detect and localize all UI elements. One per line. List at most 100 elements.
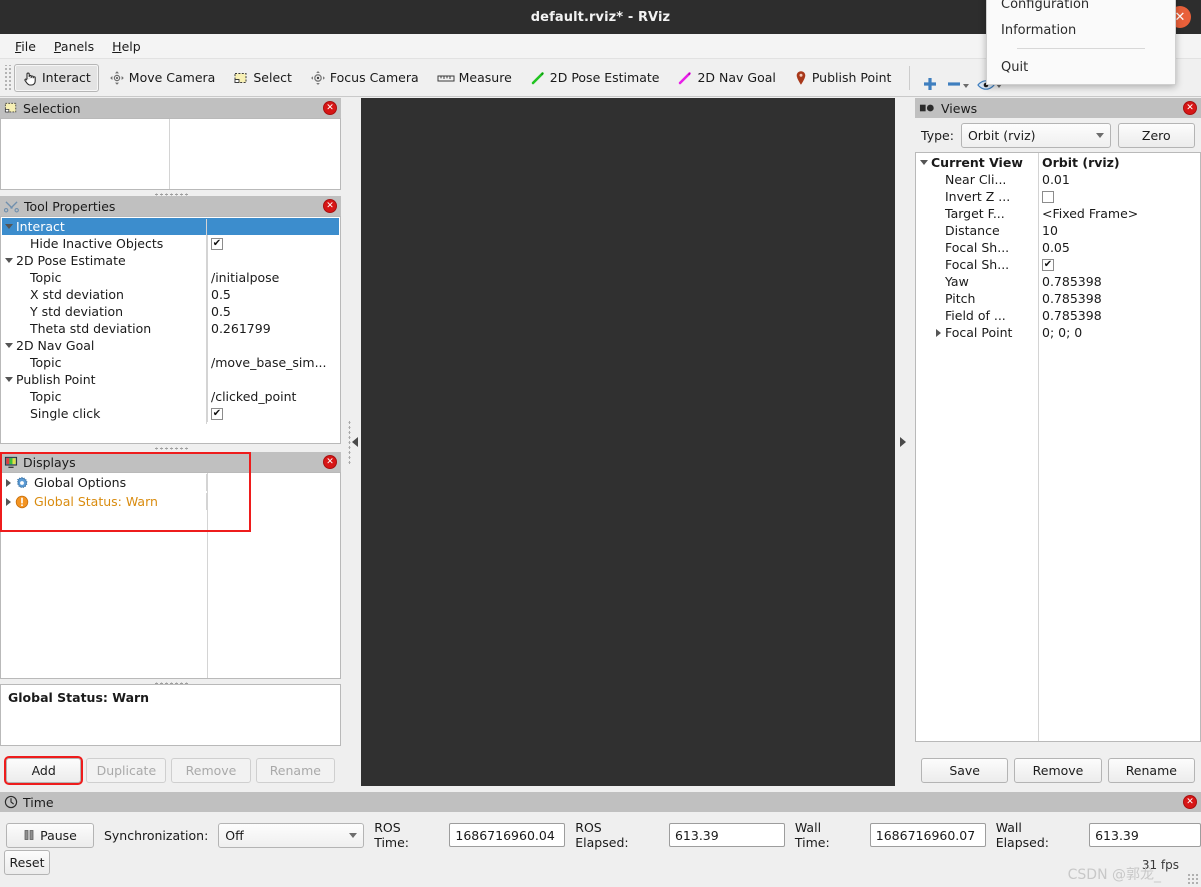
menu-item-configuration[interactable]: Configuration — [987, 0, 1175, 17]
synchronization-combo[interactable]: Off — [218, 822, 365, 848]
view-row-near-clip[interactable]: Near Cli... 0.01 — [917, 171, 1199, 188]
view-row-target-frame[interactable]: Target F... <Fixed Frame> — [917, 205, 1199, 222]
tool-prop-row-hide-inactive[interactable]: Hide Inactive Objects ✔ — [2, 235, 339, 252]
right-splitter-handle[interactable] — [895, 98, 909, 786]
view-row-pitch[interactable]: Pitch 0.785398 — [917, 290, 1199, 307]
view-row-current-view[interactable]: Current View Orbit (rviz) — [917, 154, 1199, 171]
twisty-open-icon-view[interactable] — [917, 160, 931, 165]
collapse-left-arrow-icon[interactable] — [352, 437, 358, 447]
3d-viewport[interactable] — [361, 98, 895, 786]
checkbox-single-click[interactable]: ✔ — [211, 407, 223, 420]
menu-help[interactable]: Help — [103, 37, 150, 56]
twisty-open-icon[interactable] — [2, 224, 16, 229]
splitter-toolprops-displays[interactable] — [0, 445, 341, 452]
tool-prop-value[interactable]: 0.5 — [207, 286, 339, 303]
close-icon-selection[interactable]: ✕ — [323, 101, 337, 115]
tool-2d-pose-estimate[interactable]: 2D Pose Estimate — [522, 64, 668, 92]
displays-panel-header[interactable]: Displays ✕ — [0, 452, 341, 472]
selection-panel-header[interactable]: Selection ✕ — [0, 98, 341, 118]
tool-properties-header[interactable]: Tool Properties ✕ — [0, 196, 341, 216]
left-splitter-handle[interactable] — [346, 98, 360, 786]
tool-prop-row-pose-topic[interactable]: Topic /initialpose — [2, 269, 339, 286]
twisty-open-icon[interactable] — [2, 343, 16, 348]
tool-measure[interactable]: Measure — [429, 64, 520, 92]
close-icon-displays[interactable]: ✕ — [323, 455, 337, 469]
tool-interact[interactable]: Interact — [14, 63, 99, 92]
close-icon-tool-properties[interactable]: ✕ — [323, 199, 337, 213]
tool-prop-row-y-std[interactable]: Y std deviation 0.5 — [2, 303, 339, 320]
twisty-open-icon[interactable] — [2, 258, 16, 263]
view-row-value[interactable]: 0.785398 — [1038, 273, 1199, 290]
close-icon-views[interactable]: ✕ — [1183, 101, 1197, 115]
tool-prop-value[interactable]: /initialpose — [207, 269, 339, 286]
tool-publish-point[interactable]: Publish Point — [786, 64, 900, 92]
pause-button[interactable]: Pause — [6, 822, 94, 848]
display-row-global-status[interactable]: Global Status: Warn — [1, 492, 340, 511]
wall-time-field[interactable]: 1686716960.07 — [869, 823, 986, 847]
tool-prop-value[interactable]: /clicked_point — [207, 388, 339, 405]
add-button[interactable]: Add — [3, 755, 84, 785]
view-row-invert-z[interactable]: Invert Z ... — [917, 188, 1199, 205]
menu-item-quit[interactable]: Quit — [987, 54, 1175, 80]
tool-prop-row-theta-std[interactable]: Theta std deviation 0.261799 — [2, 320, 339, 337]
view-row-value[interactable]: 10 — [1038, 222, 1199, 239]
view-type-combo[interactable]: Orbit (rviz) — [960, 122, 1111, 148]
add-tool-button[interactable] — [918, 64, 942, 92]
display-row-global-options[interactable]: Global Options — [1, 473, 340, 492]
tool-prop-value[interactable]: /move_base_sim... — [207, 354, 339, 371]
tool-prop-row-publish-point[interactable]: Publish Point — [2, 371, 339, 388]
tool-prop-value[interactable]: 0.5 — [207, 303, 339, 320]
view-row-value[interactable]: 0.01 — [1038, 171, 1199, 188]
menu-item-information[interactable]: Information — [987, 17, 1175, 43]
tool-prop-row-interact[interactable]: Interact — [2, 218, 339, 235]
menu-panels[interactable]: Panels — [45, 37, 103, 56]
tool-prop-value[interactable]: 0.261799 — [207, 320, 339, 337]
save-button[interactable]: Save — [921, 757, 1009, 783]
view-row-field-of-view[interactable]: Field of ... 0.785398 — [917, 307, 1199, 324]
view-row-value[interactable]: 0.05 — [1038, 239, 1199, 256]
tool-prop-row-nav-topic[interactable]: Topic /move_base_sim... — [2, 354, 339, 371]
views-panel-header[interactable]: Views ✕ — [915, 98, 1201, 118]
collapse-right-arrow-icon[interactable] — [899, 437, 906, 447]
chevron-down-icon[interactable] — [963, 83, 970, 88]
checkbox-hide-inactive-objects[interactable]: ✔ — [211, 237, 223, 250]
wall-elapsed-field[interactable]: 613.39 — [1089, 823, 1201, 847]
view-row-value[interactable]: 0.785398 — [1038, 290, 1199, 307]
reset-button[interactable]: Reset — [4, 850, 50, 875]
close-icon-time[interactable]: ✕ — [1183, 795, 1197, 809]
twisty-closed-icon[interactable] — [1, 479, 15, 487]
tool-prop-row-x-std[interactable]: X std deviation 0.5 — [2, 286, 339, 303]
checkbox-invert-z[interactable] — [1042, 190, 1054, 203]
view-row-distance[interactable]: Distance 10 — [917, 222, 1199, 239]
view-row-value[interactable]: 0.785398 — [1038, 307, 1199, 324]
checkbox-focal-shape-fixed[interactable]: ✔ — [1042, 258, 1054, 271]
view-row-value[interactable]: <Fixed Frame> — [1038, 205, 1199, 222]
ros-elapsed-field[interactable]: 613.39 — [668, 823, 785, 847]
time-panel-header[interactable]: Time ✕ — [0, 792, 1201, 812]
tool-prop-row-2d-pose-estimate[interactable]: 2D Pose Estimate — [2, 252, 339, 269]
view-row-focal-point[interactable]: Focal Point 0; 0; 0 — [917, 324, 1199, 341]
tool-move-camera[interactable]: Move Camera — [101, 64, 224, 92]
tool-prop-row-point-topic[interactable]: Topic /clicked_point — [2, 388, 339, 405]
tool-prop-row-2d-nav-goal[interactable]: 2D Nav Goal — [2, 337, 339, 354]
twisty-closed-icon-2[interactable] — [1, 498, 15, 506]
resize-grip[interactable] — [1187, 873, 1199, 885]
view-row-focal-shape-fixed[interactable]: Focal Sh... ✔ — [917, 256, 1199, 273]
view-row-value[interactable]: 0; 0; 0 — [1038, 324, 1199, 341]
rename-view-button[interactable]: Rename — [1107, 757, 1195, 783]
zero-button[interactable]: Zero — [1117, 122, 1195, 148]
view-row-focal-shape-size[interactable]: Focal Sh... 0.05 — [917, 239, 1199, 256]
tool-select[interactable]: Select — [225, 64, 300, 92]
remove-tool-button[interactable] — [942, 64, 973, 92]
selection-left-column[interactable] — [1, 119, 169, 189]
remove-view-button[interactable]: Remove — [1014, 757, 1102, 783]
toolbar-grip[interactable] — [3, 64, 12, 91]
twisty-closed-icon-focal[interactable] — [931, 329, 945, 337]
menu-file[interactable]: File — [6, 37, 45, 56]
selection-right-column[interactable] — [169, 119, 340, 189]
view-row-yaw[interactable]: Yaw 0.785398 — [917, 273, 1199, 290]
twisty-open-icon[interactable] — [2, 377, 16, 382]
tool-focus-camera[interactable]: Focus Camera — [302, 64, 427, 92]
tool-2d-nav-goal[interactable]: 2D Nav Goal — [669, 64, 783, 92]
tool-prop-row-single-click[interactable]: Single click ✔ — [2, 405, 339, 422]
